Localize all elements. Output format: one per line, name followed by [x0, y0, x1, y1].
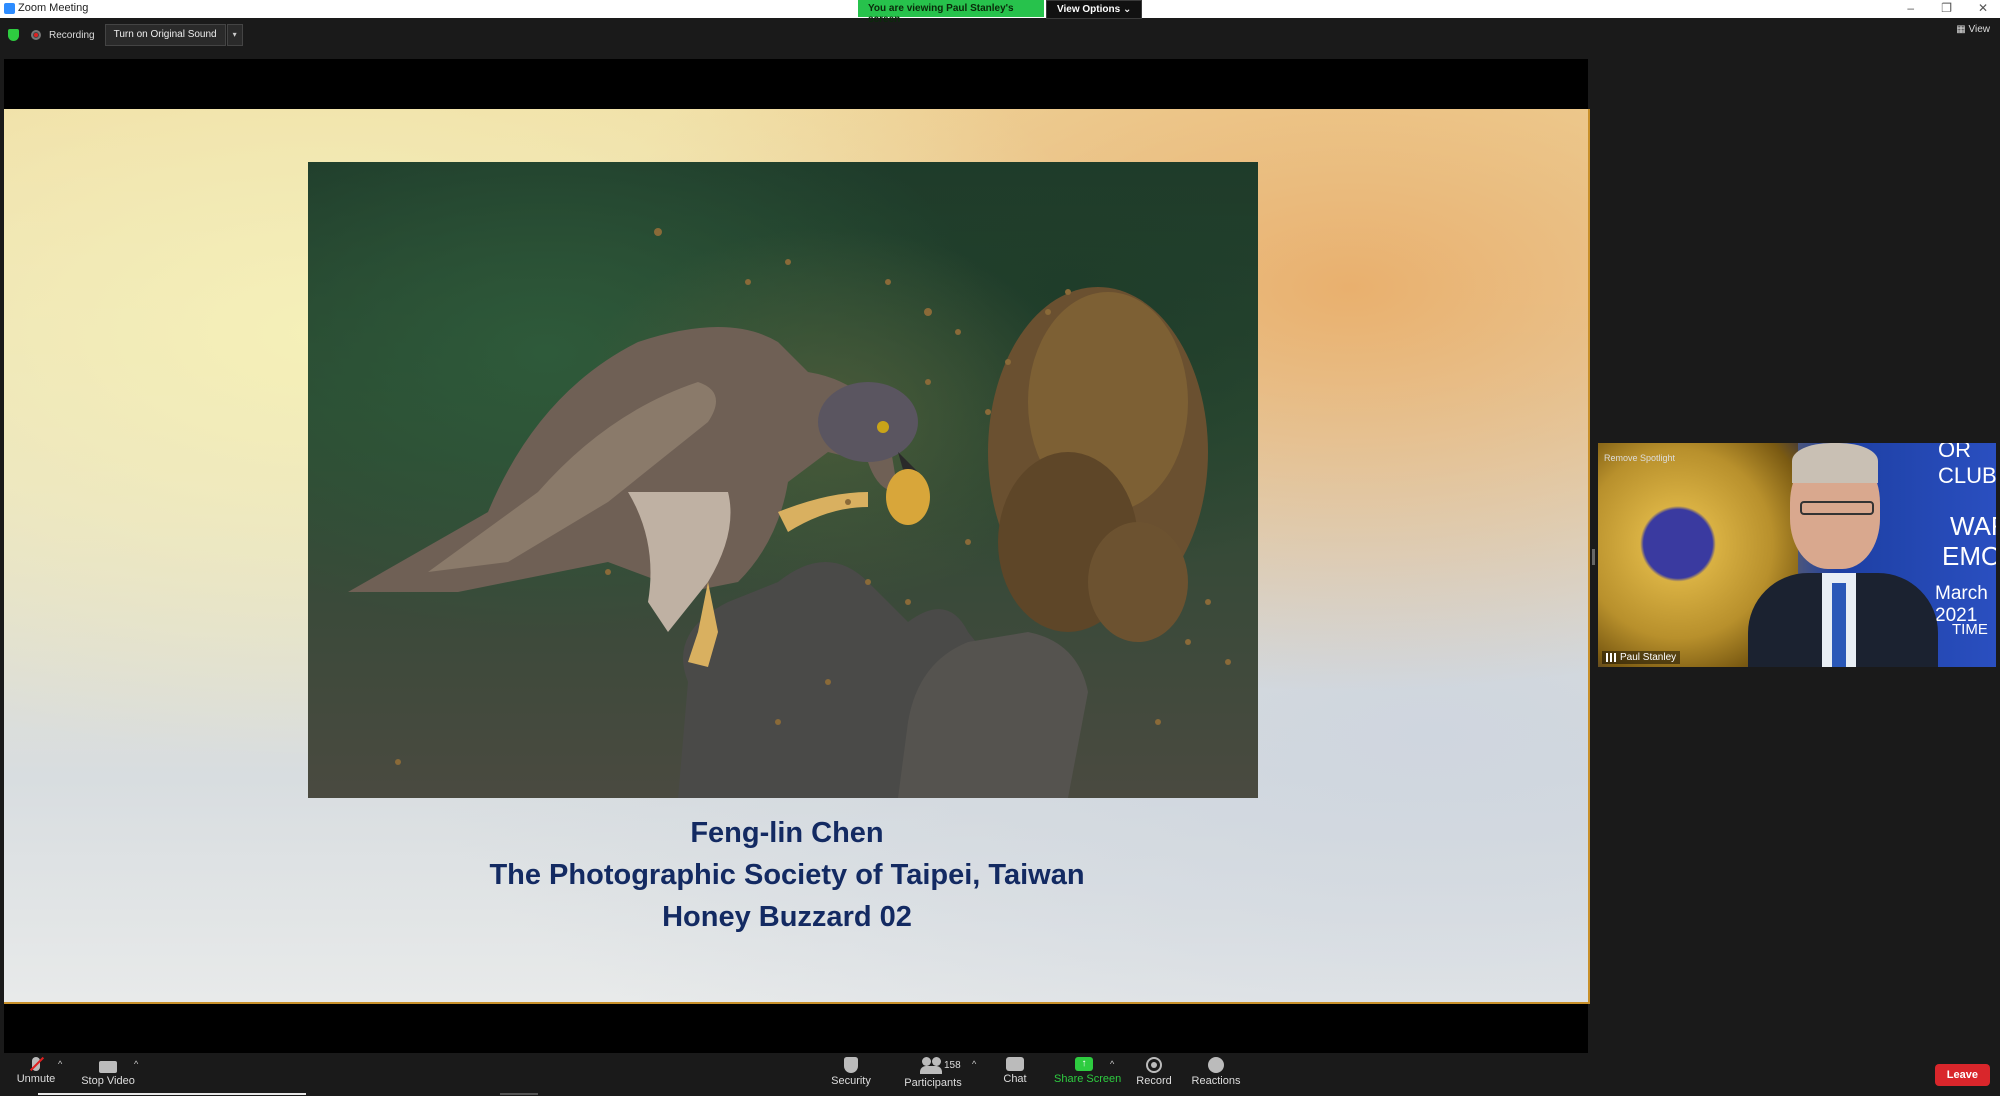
reactions-button[interactable]: Reactions: [1186, 1057, 1246, 1087]
signal-strength-icon: [1606, 653, 1616, 662]
remove-spotlight-label[interactable]: Remove Spotlight: [1604, 453, 1675, 463]
security-label: Security: [831, 1075, 871, 1087]
share-screen-label: Share Screen: [1054, 1073, 1122, 1085]
participants-count: 158: [944, 1060, 961, 1071]
chat-button[interactable]: Chat: [985, 1057, 1045, 1085]
participants-options-caret[interactable]: ^: [972, 1059, 976, 1069]
participant-name-label: Paul Stanley: [1602, 651, 1681, 664]
leave-button[interactable]: Leave: [1934, 1064, 1990, 1086]
original-sound-button[interactable]: Turn on Original Sound: [104, 24, 226, 46]
close-icon[interactable]: ✕: [1978, 1, 1988, 15]
share-options-caret[interactable]: ^: [1110, 1059, 1114, 1069]
slide-caption: Feng-lin Chen The Photographic Society o…: [4, 812, 1570, 938]
microphone-muted-icon: [29, 1056, 45, 1072]
view-options-button[interactable]: View Options ⌄: [1046, 0, 1143, 19]
background-text: EMONY: [1942, 541, 1996, 571]
video-camera-icon: [99, 1061, 117, 1073]
shield-icon: [844, 1057, 858, 1073]
encryption-shield-icon[interactable]: [8, 29, 19, 41]
stop-video-button[interactable]: Stop Video: [78, 1057, 138, 1087]
background-text: OR CLUBS: [1938, 443, 1996, 488]
background-text: WARD: [1950, 511, 1996, 541]
security-button[interactable]: Security: [821, 1057, 881, 1087]
unmute-button[interactable]: Unmute: [6, 1056, 66, 1085]
record-button[interactable]: Record: [1124, 1057, 1184, 1087]
recording-label: Recording: [49, 29, 95, 41]
video-options-caret[interactable]: ^: [134, 1059, 138, 1069]
bird-photo: [308, 162, 1258, 798]
reactions-label: Reactions: [1191, 1075, 1241, 1087]
share-screen-icon: ↑: [1075, 1057, 1093, 1071]
chat-bubble-icon: [1006, 1057, 1024, 1071]
grid-view-icon: ▦: [1956, 24, 1969, 35]
participants-icon: [920, 1057, 946, 1075]
view-button[interactable]: ▦ View: [1956, 24, 1990, 35]
recording-indicator-icon: [31, 30, 41, 40]
zoom-app-icon: [4, 3, 15, 14]
participant-name: Paul Stanley: [1620, 652, 1677, 663]
honey-buzzard-illustration: [348, 228, 1231, 798]
scrollbar-thumb[interactable]: [500, 1093, 538, 1095]
shared-screen-area: Feng-lin Chen The Photographic Society o…: [4, 59, 1590, 1053]
participants-label: Participants: [904, 1077, 962, 1089]
presentation-slide: Feng-lin Chen The Photographic Society o…: [4, 109, 1590, 1004]
panel-resize-handle[interactable]: [1592, 549, 1595, 565]
participant-video-tile[interactable]: OR CLUBS WARD EMONY March 2021 TIME Remo…: [1598, 443, 1996, 667]
background-text: TIME: [1952, 621, 1988, 638]
record-icon: [1146, 1057, 1162, 1073]
record-label: Record: [1136, 1075, 1172, 1087]
stop-video-label: Stop Video: [81, 1075, 135, 1087]
photographer-name: Feng-lin Chen: [690, 817, 884, 849]
participant-person: [1748, 443, 1938, 667]
viewing-screen-label: You are viewing Paul Stanley's screen: [858, 0, 1044, 25]
society-name: The Photographic Society of Taipei, Taiw…: [489, 859, 1085, 891]
view-label: View: [1968, 24, 1991, 35]
screen-share-banner: You are viewing Paul Stanley's screen Vi…: [858, 0, 1143, 25]
audio-options-caret[interactable]: ^: [58, 1059, 62, 1069]
share-screen-button[interactable]: ↑ Share Screen: [1054, 1057, 1122, 1085]
reactions-icon: [1208, 1057, 1224, 1073]
unmute-label: Unmute: [16, 1073, 56, 1085]
minimize-icon[interactable]: –: [1907, 1, 1914, 15]
scrollbar[interactable]: [38, 1093, 306, 1095]
restore-icon[interactable]: ❐: [1941, 1, 1952, 15]
original-sound-dropdown[interactable]: ▾: [226, 24, 243, 46]
window-title: Zoom Meeting: [18, 2, 89, 14]
meeting-controls-toolbar: Unmute ^ Stop Video ^ Security Participa…: [0, 1055, 2000, 1096]
chat-label: Chat: [1003, 1073, 1027, 1085]
photo-title: Honey Buzzard 02: [662, 901, 912, 933]
meeting-status-bar: Recording Turn on Original Sound ▾: [8, 24, 243, 46]
